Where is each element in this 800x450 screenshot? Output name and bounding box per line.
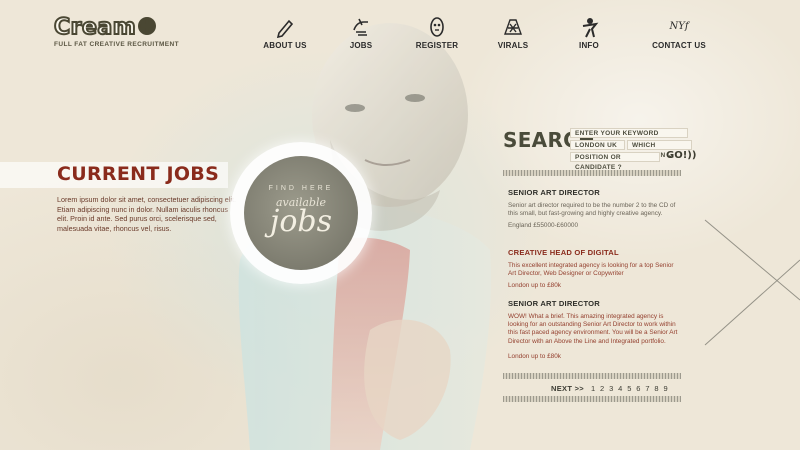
nav-item-contact-us[interactable]: NYf CONTACT US <box>644 16 714 50</box>
nav-label: JOBS <box>349 41 373 50</box>
badge-jobs: jobs <box>270 204 332 239</box>
job-salary: London up to £80k <box>508 282 561 289</box>
job-title[interactable]: CREATIVE HEAD OF DIGITAL <box>508 248 619 257</box>
logo-plus-icon: + <box>138 16 157 36</box>
position-select[interactable]: WHICH POSITION ⌄ <box>627 140 692 159</box>
divider-stripe <box>503 396 681 402</box>
current-jobs-heading: CURRENT JOBS <box>57 163 220 185</box>
badge-find-here: FIND HERE <box>268 185 334 192</box>
logo-wordmark: Cream + <box>53 15 179 41</box>
go-button[interactable]: GO!)) <box>666 150 696 161</box>
job-description: Senior art director required to be the n… <box>508 202 676 218</box>
nav-label: CONTACT US <box>652 41 706 50</box>
nav-label: ABOUT US <box>263 41 307 50</box>
nav-item-about-us[interactable]: ABOUT US <box>250 16 320 50</box>
nav-label: VIRALS <box>497 41 529 50</box>
job-salary: London up to £80k <box>508 353 561 360</box>
job-salary: England £55000-£60000 <box>508 222 579 229</box>
cross-lines-decoration <box>704 219 800 346</box>
pencil-icon <box>276 19 294 38</box>
main-nav: ABOUT US JOBS REGISTER VIRALS INFO NYf C… <box>250 16 720 56</box>
position-or-candidate-select[interactable]: POSITION OR CANDIDATE ? <box>570 152 660 171</box>
divider-stripe <box>503 170 681 176</box>
nav-item-register[interactable]: REGISTER <box>402 16 472 50</box>
mask-icon <box>430 17 444 37</box>
nav-item-virals[interactable]: VIRALS <box>478 16 548 50</box>
job-title[interactable]: SENIOR ART DIRECTOR <box>508 188 600 197</box>
nav-label: INFO <box>579 41 599 50</box>
helmet-icon <box>504 19 522 35</box>
divider-stripe <box>503 373 681 379</box>
location-select[interactable]: LONDON UK ⌄ <box>570 140 625 159</box>
page-numbers[interactable]: 1 2 3 4 5 6 7 8 9 <box>591 384 669 393</box>
logo-tagline: FULL FAT CREATIVE RECRUITMENT <box>54 41 179 48</box>
nav-item-info[interactable]: INFO <box>554 16 624 50</box>
logo[interactable]: Cream + FULL FAT CREATIVE RECRUITMENT <box>53 15 179 49</box>
job-description: WOW! What a brief. This amazing integrat… <box>508 313 678 345</box>
next-page-link[interactable]: NEXT >> <box>551 384 584 393</box>
keyword-input[interactable]: ENTER YOUR KEYWORD <box>570 128 688 138</box>
job-description: This excellent integrated agency is look… <box>508 262 674 278</box>
figure-icon <box>582 18 599 38</box>
current-jobs-intro: Lorem ipsum dolor sit amet, consectetuer… <box>57 195 236 233</box>
hand-icon <box>353 18 368 36</box>
nav-item-jobs[interactable]: JOBS <box>326 16 396 50</box>
nav-label: REGISTER <box>415 41 459 50</box>
location-value: LONDON UK <box>575 142 618 149</box>
job-title[interactable]: SENIOR ART DIRECTOR <box>508 299 600 308</box>
nyf-logo-icon: NYf <box>669 21 689 32</box>
